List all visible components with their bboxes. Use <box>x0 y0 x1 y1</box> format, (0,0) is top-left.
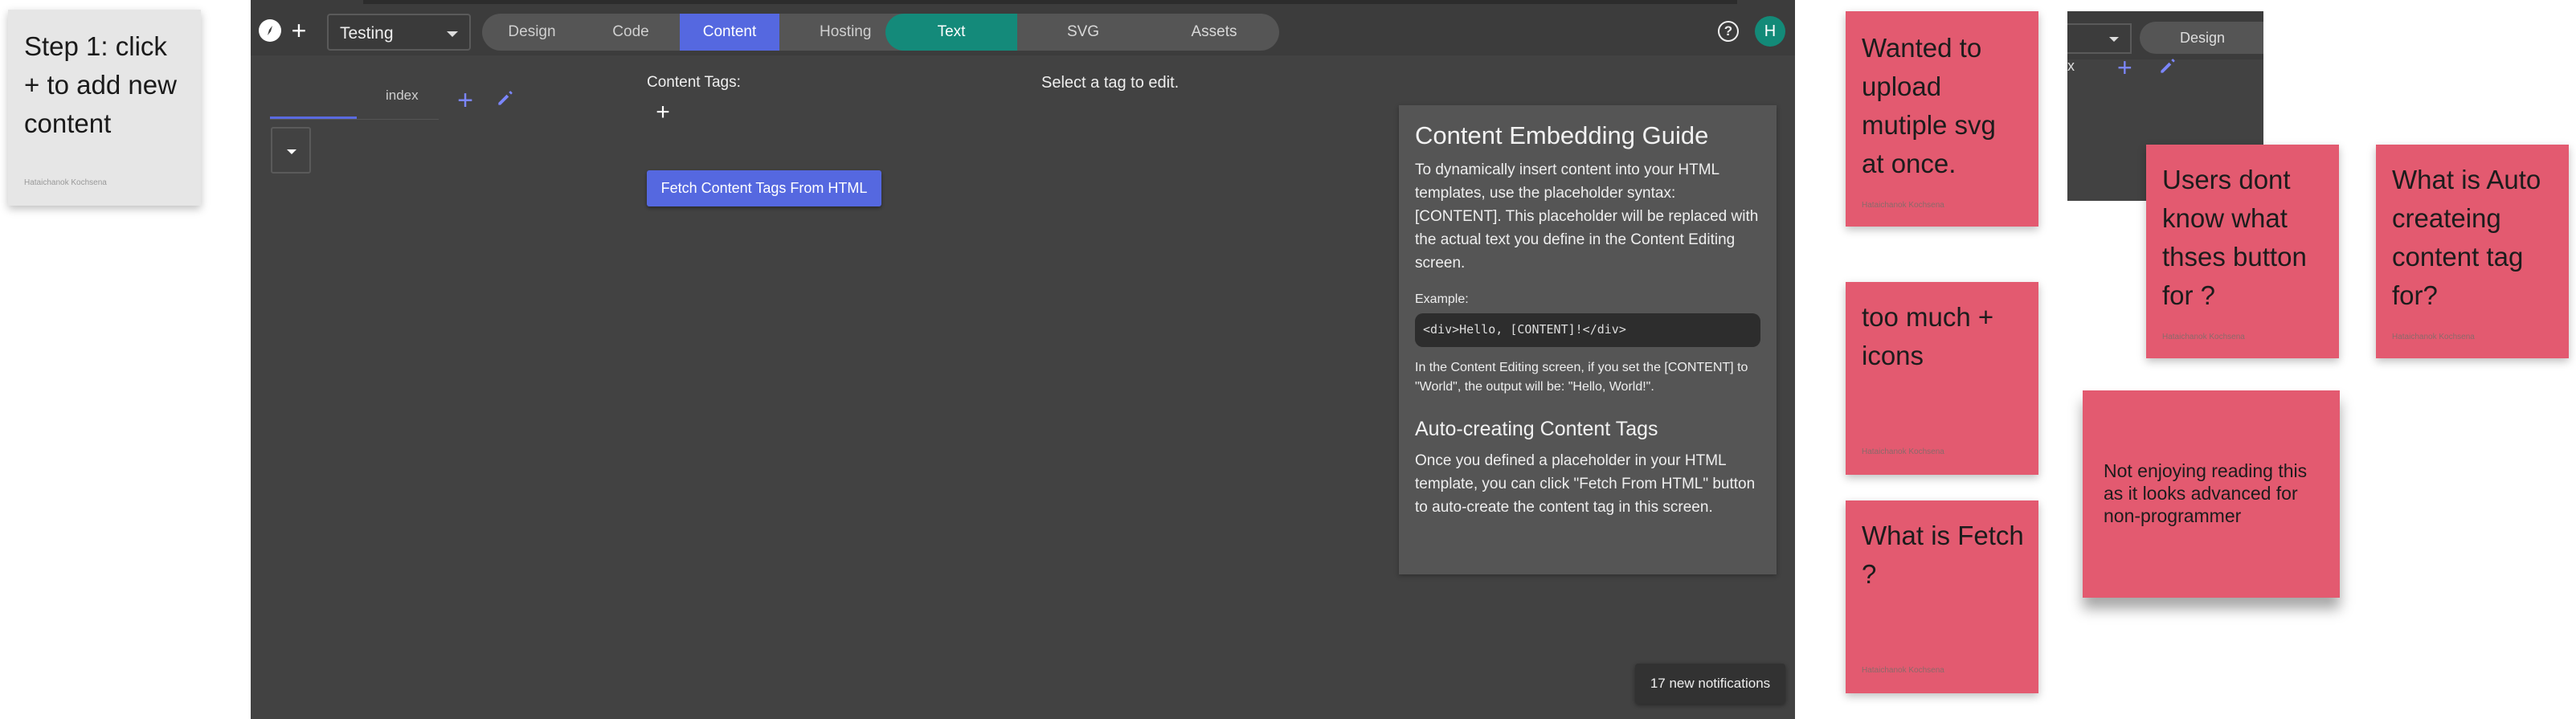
guide-example-code: <div>Hello, [CONTENT]!</div> <box>1415 313 1760 347</box>
guide-subheading: Auto-creating Content Tags <box>1415 418 1658 440</box>
sticky-note-author: Hataichanok Kochsena <box>1862 666 1944 675</box>
guide-auto-text: Once you defined a placeholder in your H… <box>1415 452 1756 516</box>
add-page-icon[interactable]: + <box>2117 53 2132 83</box>
guide-intro: To dynamically insert content into your … <box>1415 161 1759 272</box>
edit-icon[interactable] <box>2157 55 2180 78</box>
tab-design[interactable]: Design <box>2140 22 2263 54</box>
tab-code[interactable]: Code <box>582 14 680 51</box>
tab-assets[interactable]: Assets <box>1149 14 1279 51</box>
tab-design[interactable]: Design <box>482 14 582 51</box>
sticky-note-author: Hataichanok Kochsena <box>2392 333 2475 341</box>
sticky-note-author: Hataichanok Kochsena <box>1862 201 1944 210</box>
sticky-note-text: What is Auto createing content tag for? <box>2392 165 2541 310</box>
sticky-note[interactable]: What is Auto createing content tag for? … <box>2376 145 2569 358</box>
avatar[interactable]: H <box>1755 16 1785 47</box>
page-tab-divider <box>270 119 439 120</box>
help-icon[interactable]: ? <box>1718 21 1739 42</box>
notifications-toast[interactable]: 17 new notifications <box>1635 664 1785 704</box>
content-embedding-guide: Content Embedding Guide To dynamically i… <box>1399 105 1777 574</box>
compass-icon[interactable] <box>259 19 281 42</box>
project-select[interactable] <box>2067 23 2132 54</box>
sticky-note[interactable]: What is Fetch ? Hataichanok Kochsena <box>1846 500 2038 693</box>
sticky-note[interactable]: Users dont know what thses button for ? … <box>2146 145 2339 358</box>
project-select[interactable]: Testing <box>327 14 471 51</box>
content-tags-label: Content Tags: <box>647 74 741 91</box>
tab-svg[interactable]: SVG <box>1017 14 1149 51</box>
page-tab-index[interactable] <box>270 85 357 119</box>
tab-text[interactable]: Text <box>885 14 1017 51</box>
guide-title: Content Embedding Guide <box>1415 121 1709 149</box>
sticky-note-text: Not enjoying reading this as it looks ad… <box>2104 460 2308 526</box>
sticky-note-text: Wanted to upload mutiple svg at once. <box>1862 33 1996 178</box>
step-note-text: Step 1: click + to add new content <box>24 31 177 138</box>
tab-content[interactable]: Content <box>680 14 779 51</box>
add-content-tag-icon[interactable]: + <box>652 99 673 125</box>
add-page-icon[interactable]: + <box>453 85 477 116</box>
fetch-content-tags-button[interactable]: Fetch Content Tags From HTML <box>647 170 881 206</box>
top-strip <box>363 0 1737 4</box>
select-tag-message: Select a tag to edit. <box>1041 74 1180 92</box>
guide-example-note: In the Content Editing screen, if you se… <box>1415 361 1748 394</box>
sticky-note[interactable]: Not enjoying reading this as it looks ad… <box>2083 390 2340 598</box>
top-bar: + Testing Design Code Content Hosting Te… <box>251 0 1795 55</box>
guide-example-label: Example: <box>1415 292 1469 306</box>
project-select-value: Testing <box>340 24 394 43</box>
chevron-down-icon <box>2109 37 2119 42</box>
app-window: + Testing Design Code Content Hosting Te… <box>251 0 1795 719</box>
sticky-note-text: Users dont know what thses button for ? <box>2162 165 2307 310</box>
sticky-note-author: Hataichanok Kochsena <box>2162 333 2245 341</box>
sticky-note[interactable]: Wanted to upload mutiple svg at once. Ha… <box>1846 11 2038 227</box>
content-sub-tabs: Text SVG Assets <box>885 14 1279 51</box>
step-note-author: Hataichanok Kochsena <box>24 178 107 187</box>
chevron-down-icon <box>447 31 458 37</box>
main-tabs: Design Code Content Hosting <box>482 14 948 51</box>
add-icon[interactable]: + <box>288 18 310 43</box>
sticky-note-author: Hataichanok Kochsena <box>1862 447 1944 456</box>
chevron-down-icon <box>287 149 296 154</box>
page-tab-label: index <box>386 88 419 103</box>
step-sticky-note[interactable]: Step 1: click + to add new content Hatai… <box>8 10 201 206</box>
sticky-note-text: too much + icons <box>1862 302 1994 370</box>
edit-icon[interactable] <box>493 86 517 110</box>
close-icon[interactable]: x <box>2067 58 2075 75</box>
page-dropdown[interactable] <box>271 127 311 174</box>
sticky-note[interactable]: too much + icons Hataichanok Kochsena <box>1846 282 2038 475</box>
sticky-note-text: What is Fetch ? <box>1862 521 2024 589</box>
